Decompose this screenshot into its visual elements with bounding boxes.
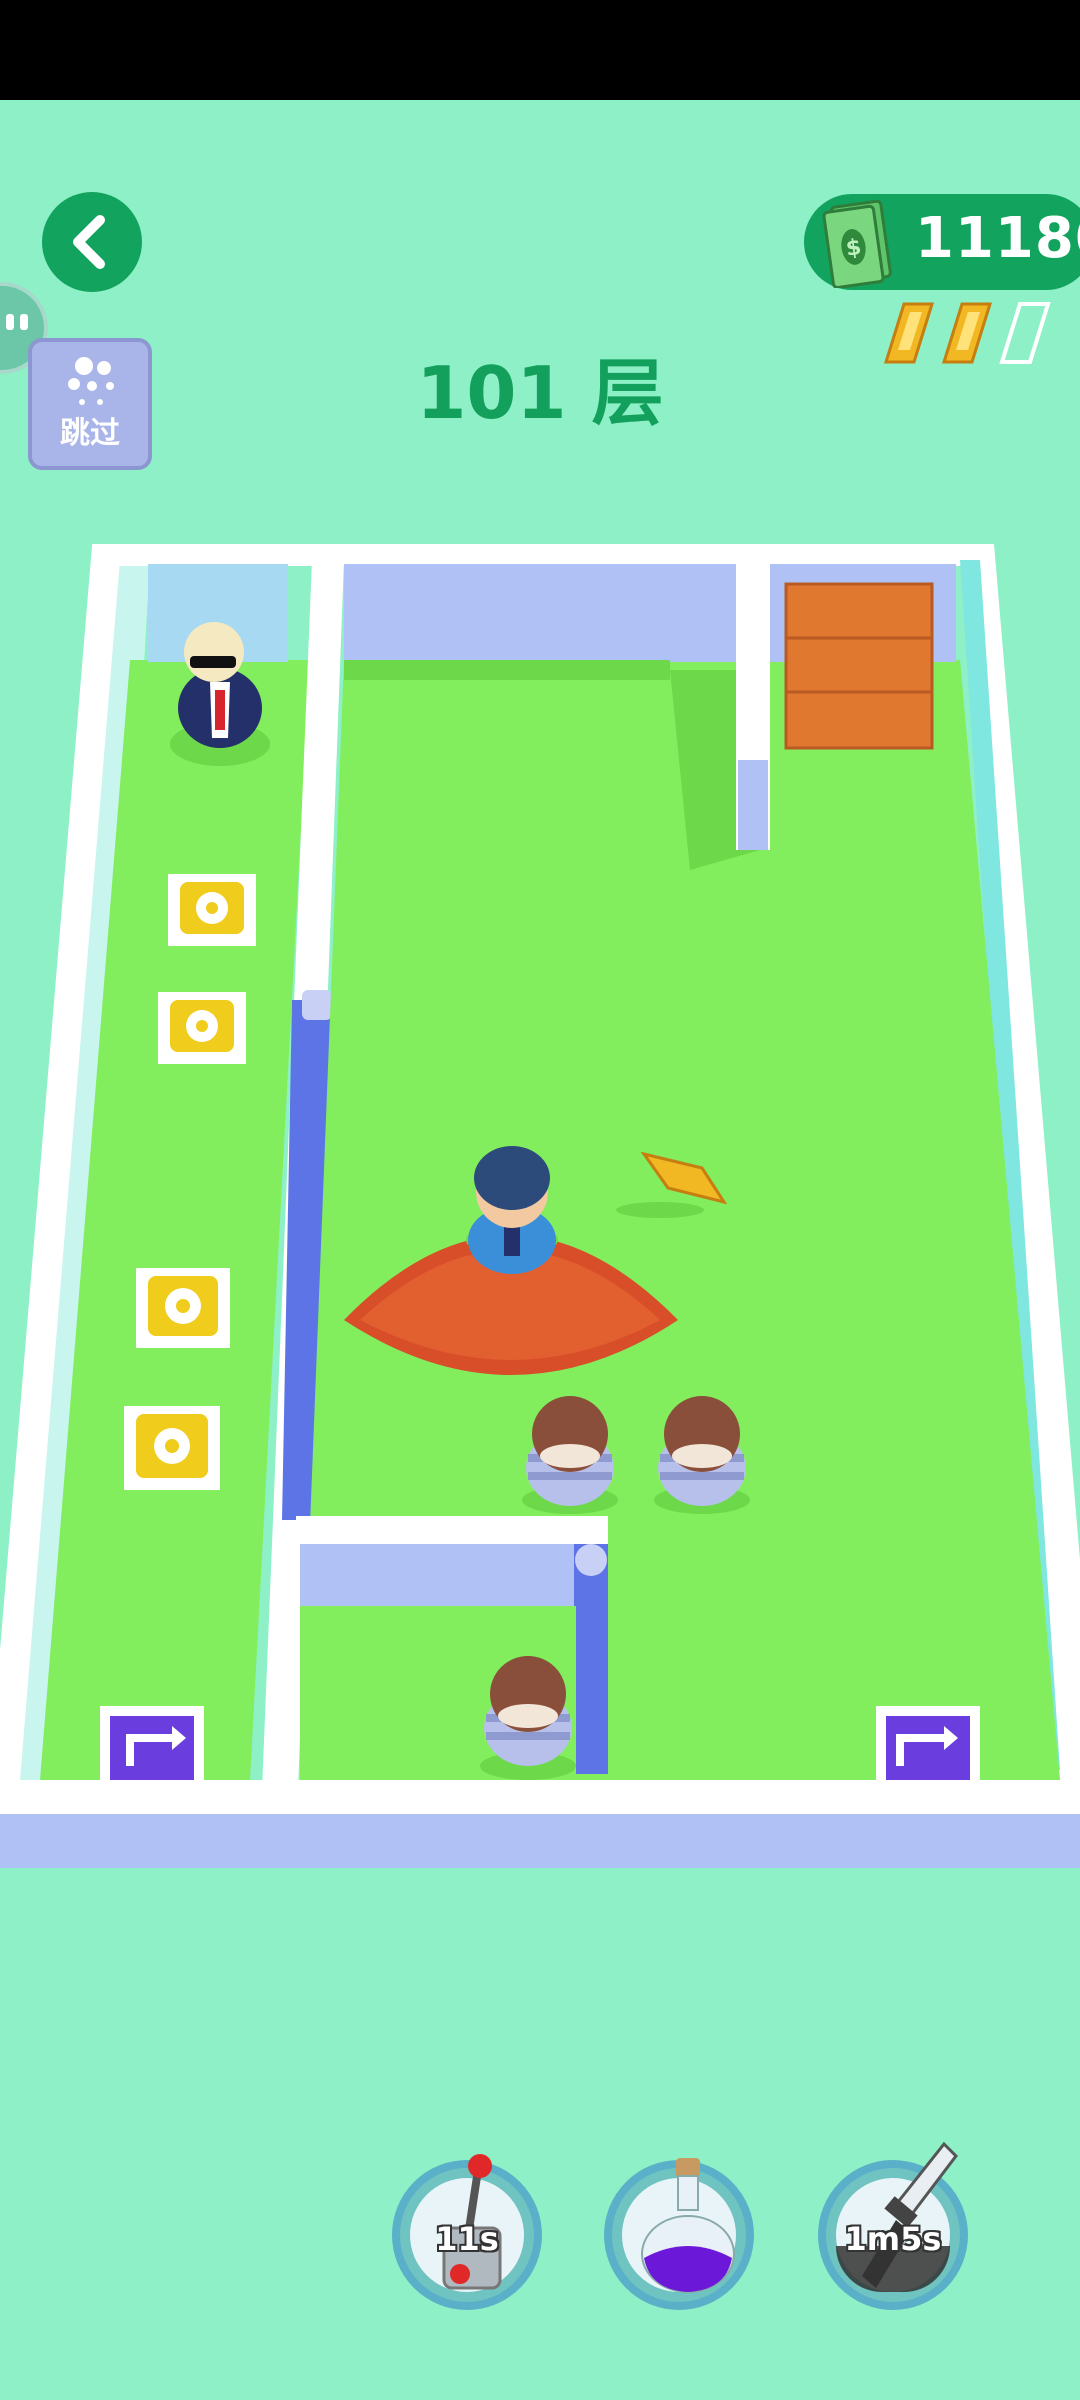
key-card-icon (883, 302, 935, 364)
cash-icon: $ (822, 199, 892, 288)
key-card-icon (941, 302, 993, 364)
game-board (0, 544, 1080, 1868)
knife-cooldown: 1m5s (844, 2220, 942, 2258)
wall-bottom (0, 1780, 1080, 1814)
status-bar (0, 0, 1080, 100)
lever-tool-button[interactable]: 11s (392, 2154, 542, 2310)
money-value: 11180 (915, 206, 1080, 271)
exit-arrow-left-icon (100, 1706, 204, 1780)
stairs-exit (784, 582, 934, 750)
exit-arrow-right-icon (876, 1706, 980, 1780)
potion-icon (641, 2158, 735, 2293)
chevron-left-icon (73, 215, 105, 269)
key-card-empty-icon (999, 302, 1051, 364)
potion-tool-button[interactable] (604, 2158, 754, 2310)
lever-cooldown: 11s (435, 2220, 499, 2258)
knife-tool-button[interactable]: 1m5s (818, 2141, 968, 2310)
fan-tile-icon (158, 992, 246, 1064)
fan-tile-icon (136, 1268, 230, 1348)
back-button[interactable] (42, 192, 142, 292)
key-cards (883, 302, 1051, 364)
wall-top (92, 544, 992, 566)
fan-tile-icon (168, 874, 256, 946)
fan-tile-icon (124, 1406, 220, 1490)
